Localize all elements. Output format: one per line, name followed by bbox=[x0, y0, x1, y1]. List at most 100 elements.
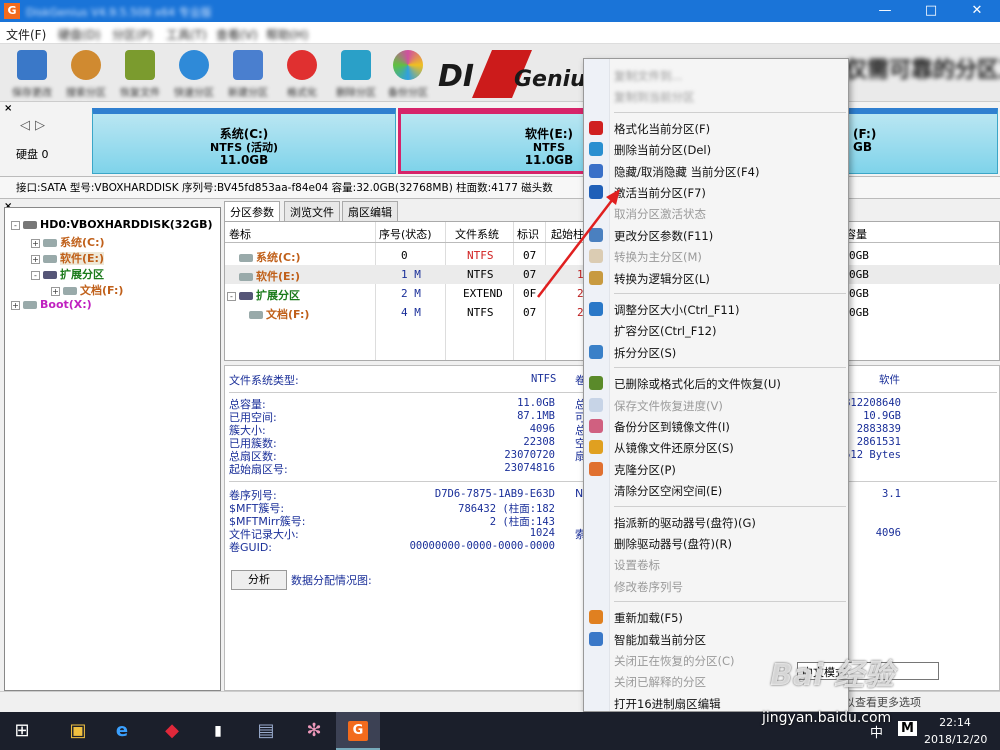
tree-node-label: 文档(F:) bbox=[80, 284, 124, 297]
collapse-icon[interactable]: - bbox=[227, 291, 236, 301]
context-menu-item[interactable]: 拆分分区(S) bbox=[614, 345, 676, 361]
diskgenius-logo: DI Genius bbox=[432, 50, 590, 98]
tree-item-software-e[interactable]: + 软件(E:) bbox=[31, 250, 104, 266]
context-menu-item[interactable]: 格式化当前分区(F) bbox=[614, 121, 710, 137]
row-id: 07 bbox=[523, 306, 537, 319]
baidu-watermark: Bai 经验 bbox=[770, 658, 894, 693]
toolbar-quick-partition-button[interactable]: 快速分区 bbox=[172, 48, 216, 99]
context-menu-item[interactable]: 从镜像文件还原分区(S) bbox=[614, 440, 734, 456]
strip-close-icon[interactable]: × bbox=[4, 103, 12, 114]
detail-label: 卷GUID: bbox=[229, 541, 272, 554]
ime-mode-indicator[interactable]: M bbox=[898, 721, 917, 736]
tab-partition-params[interactable]: 分区参数 bbox=[224, 201, 280, 221]
svg-text:Genius: Genius bbox=[514, 67, 590, 92]
context-menu-item[interactable]: 智能加载当前分区 bbox=[614, 632, 706, 648]
menu-partition[interactable]: 分区(P) bbox=[112, 26, 153, 43]
extended-partition-icon bbox=[239, 292, 253, 300]
toolbar-search-button[interactable]: 搜索分区 bbox=[64, 48, 108, 99]
tab-sector-edit[interactable]: 扇区编辑 bbox=[342, 201, 398, 221]
row-label: 软件(E:) bbox=[256, 270, 300, 283]
context-menu-item[interactable]: 已删除或格式化后的文件恢复(U) bbox=[614, 376, 781, 392]
toolbar-save-button[interactable]: 保存更改 bbox=[10, 48, 54, 99]
context-menu-item[interactable]: 删除驱动器号(盘符)(R) bbox=[614, 536, 732, 552]
minimize-icon[interactable]: — bbox=[862, 0, 908, 22]
collapse-icon[interactable]: - bbox=[11, 220, 20, 230]
expand-icon[interactable]: + bbox=[51, 286, 60, 296]
disk-tree: - HD0:VBOXHARDDISK(32GB) + 系统(C:) + 软件(E:) … bbox=[4, 207, 221, 691]
detail-value: 00000000-0000-0000-0000 bbox=[409, 540, 555, 552]
menu-separator bbox=[614, 601, 846, 603]
search-icon bbox=[71, 50, 101, 80]
context-menu-item[interactable]: 调整分区大小(Ctrl_F11) bbox=[614, 302, 739, 318]
toolbar-backup-button[interactable]: 备份分区 bbox=[386, 48, 430, 99]
close-icon[interactable]: ✕ bbox=[954, 0, 1000, 22]
col-header-seq[interactable]: 序号(状态) bbox=[379, 226, 432, 242]
row-capacity: 0GB bbox=[849, 249, 869, 262]
network-icon[interactable]: ▤ bbox=[244, 712, 288, 750]
svg-text:DI: DI bbox=[438, 59, 474, 94]
terminal-icon[interactable]: ▮ bbox=[196, 712, 240, 750]
tree-item-docs-f[interactable]: + 文档(F:) bbox=[51, 282, 123, 298]
drive-icon bbox=[23, 301, 37, 309]
menu-tools[interactable]: 工具(T) bbox=[166, 26, 207, 43]
col-header-label[interactable]: 卷标 bbox=[229, 226, 251, 242]
tree-item-boot-x[interactable]: + Boot(X:) bbox=[11, 298, 92, 311]
taskbar-clock[interactable]: 22:14 2018/12/20 bbox=[924, 714, 987, 748]
prev-disk-arrow-icon[interactable]: ◁ bbox=[20, 118, 30, 133]
partition-block-c[interactable]: 系统(C:) NTFS (活动) 11.0GB bbox=[92, 108, 396, 174]
file-explorer-icon[interactable]: ▣ bbox=[56, 712, 100, 750]
collapse-icon[interactable]: - bbox=[31, 270, 40, 280]
windows-start-icon[interactable]: ⊞ bbox=[0, 712, 44, 750]
context-menu-item[interactable]: 删除当前分区(Del) bbox=[614, 142, 711, 158]
row-seq: 1 M bbox=[401, 268, 421, 281]
context-menu-item[interactable]: 克隆分区(P) bbox=[614, 462, 676, 478]
menu-view[interactable]: 查看(V) bbox=[216, 26, 258, 43]
detail-value: 23074816 bbox=[504, 462, 555, 474]
context-menu-item[interactable]: 清除分区空闲空间(E) bbox=[614, 483, 722, 499]
context-menu-item: 取消分区激活状态 bbox=[614, 207, 706, 222]
expand-icon[interactable]: + bbox=[31, 254, 40, 264]
menu-file[interactable]: 文件(F) bbox=[6, 26, 46, 43]
diskgenius-icon[interactable]: G bbox=[336, 712, 380, 750]
col-header-fs[interactable]: 文件系统 bbox=[455, 226, 499, 242]
clone-icon bbox=[589, 461, 603, 476]
analyze-button[interactable]: 分析 bbox=[231, 570, 287, 590]
context-menu-item[interactable]: 指派新的驱动器号(盘符)(G) bbox=[614, 515, 756, 531]
tree-item-extended[interactable]: - 扩展分区 bbox=[31, 266, 104, 282]
context-menu-item[interactable]: 扩容分区(Ctrl_F12) bbox=[614, 323, 716, 339]
app-red-icon[interactable]: ◆ bbox=[150, 712, 194, 750]
paint-icon[interactable]: ✻ bbox=[292, 712, 336, 750]
context-menu-item: 设置卷标 bbox=[614, 558, 660, 573]
context-menu-item[interactable]: 隐藏/取消隐藏 当前分区(F4) bbox=[614, 164, 759, 180]
partition-context-menu: 复制文件到... 复制到当前分区 格式化当前分区(F) 删除当前分区(Del) 隐藏/取… bbox=[583, 58, 849, 712]
extended-partition-icon bbox=[43, 271, 57, 279]
disk-label: 硬盘 0 bbox=[16, 148, 49, 161]
tab-browse-files[interactable]: 浏览文件 bbox=[284, 201, 340, 221]
toolbar-new-partition-button[interactable]: 新建分区 bbox=[226, 48, 270, 99]
toolbar-recover-button[interactable]: 恢复文件 bbox=[118, 48, 162, 99]
partition-name: 系统(C:) bbox=[219, 127, 269, 141]
tree-item-system-c[interactable]: + 系统(C:) bbox=[31, 234, 105, 250]
partition-size: 11.0GB bbox=[219, 153, 269, 167]
toolbar-format-button[interactable]: 格式化 bbox=[280, 48, 324, 99]
context-menu-item[interactable]: 打开16进制扇区编辑 bbox=[614, 696, 721, 712]
menu-disk[interactable]: 硬盘(D) bbox=[58, 26, 101, 43]
context-menu-item[interactable]: 激活当前分区(F7) bbox=[614, 185, 706, 201]
tree-disk-node[interactable]: - HD0:VBOXHARDDISK(32GB) bbox=[11, 218, 213, 231]
maximize-icon[interactable]: □ bbox=[908, 0, 954, 22]
next-disk-arrow-icon[interactable]: ▷ bbox=[35, 118, 45, 133]
expand-icon[interactable]: + bbox=[11, 300, 20, 310]
row-fs: NTFS bbox=[467, 268, 494, 281]
context-menu-item[interactable]: 重新加载(F5) bbox=[614, 610, 683, 626]
menu-help[interactable]: 帮助(H) bbox=[266, 26, 308, 43]
expand-icon[interactable]: + bbox=[31, 238, 40, 248]
context-menu-item[interactable]: 转换为逻辑分区(L) bbox=[614, 271, 710, 287]
toolbar-delete-button[interactable]: 删除分区 bbox=[334, 48, 378, 99]
drive-icon bbox=[43, 239, 57, 247]
context-menu-item[interactable]: 备份分区到镜像文件(I) bbox=[614, 419, 730, 435]
edge-icon[interactable]: e bbox=[100, 712, 144, 750]
row-seq: 0 bbox=[401, 249, 408, 262]
context-menu-item[interactable]: 更改分区参数(F11) bbox=[614, 228, 713, 244]
app-logo-icon: G bbox=[4, 3, 20, 19]
tree-node-label: Boot(X:) bbox=[40, 298, 92, 311]
